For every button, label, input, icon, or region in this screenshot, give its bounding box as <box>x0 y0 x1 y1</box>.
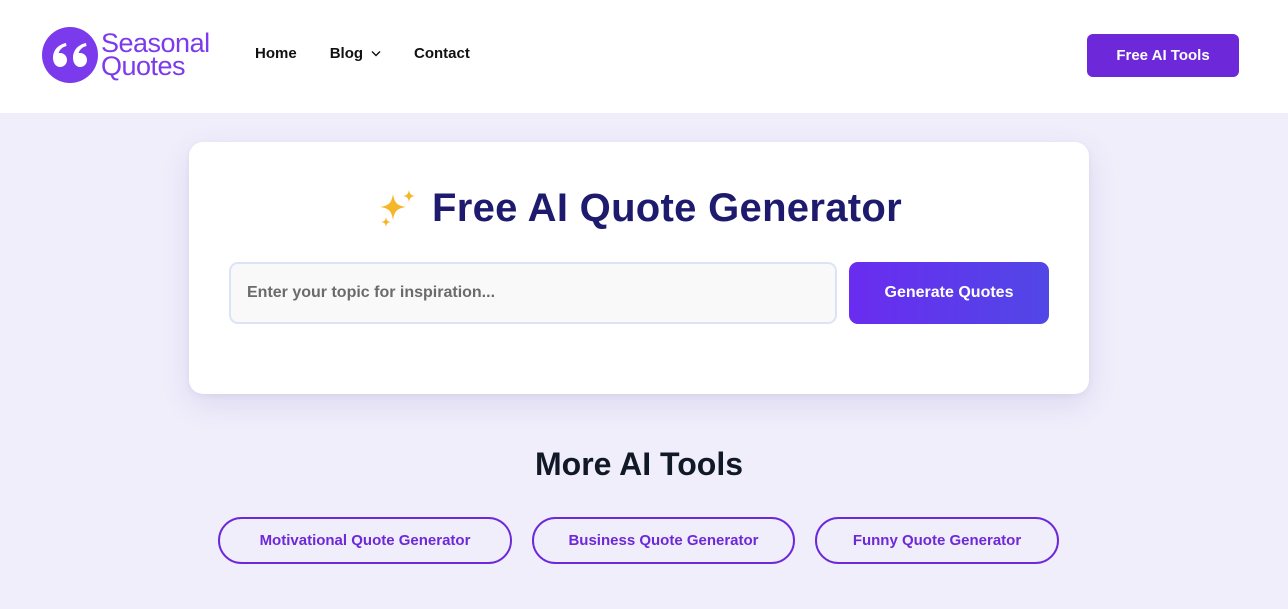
more-tools-heading: More AI Tools <box>535 446 743 482</box>
generator-heading: Free AI Quote Generator <box>189 186 1089 231</box>
free-ai-tools-button[interactable]: Free AI Tools <box>1087 34 1239 77</box>
quote-marks-icon <box>42 27 98 83</box>
nav-item-blog[interactable]: Blog <box>330 45 381 62</box>
nav-item-label: Contact <box>414 45 470 62</box>
brand-name: Seasonal Quotes <box>101 30 210 81</box>
sparkles-icon <box>376 188 418 230</box>
nav-item-contact[interactable]: Contact <box>414 45 470 62</box>
page-title: Free AI Quote Generator <box>432 186 902 230</box>
generate-quotes-button[interactable]: Generate Quotes <box>849 262 1049 324</box>
site-logo[interactable]: Seasonal Quotes <box>42 27 210 83</box>
nav-item-label: Blog <box>329 45 364 62</box>
site-header: Seasonal Quotes Home Blog Contact Free A… <box>0 0 1288 113</box>
topic-input[interactable] <box>229 262 837 324</box>
nav-item-home[interactable]: Home <box>255 45 297 62</box>
motivational-quote-generator-button[interactable]: Motivational Quote Generator <box>218 517 512 564</box>
funny-quote-generator-button[interactable]: Funny Quote Generator <box>815 517 1059 564</box>
main-nav: Home Blog Contact <box>255 45 503 62</box>
quote-generator-card: Free AI Quote Generator Generate Quotes <box>189 142 1089 394</box>
nav-item-label: Home <box>255 45 297 62</box>
brand-name-line2: Quotes <box>101 51 186 81</box>
business-quote-generator-button[interactable]: Business Quote Generator <box>532 517 795 564</box>
chevron-down-icon <box>371 50 381 57</box>
